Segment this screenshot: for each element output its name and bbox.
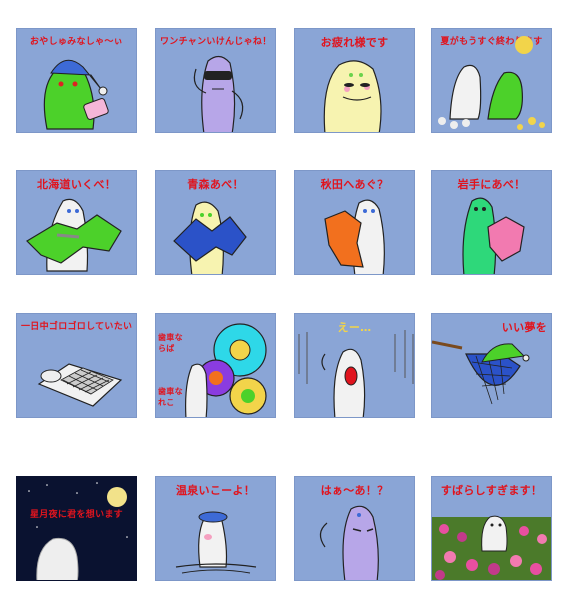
sticker-1[interactable]: おやしゅみなしゃ〜ぃ xyxy=(16,28,137,133)
sunglasses-purple-character-icon xyxy=(193,55,244,132)
hokkaido-map-character-icon xyxy=(26,198,122,272)
sleepy-green-character-icon xyxy=(43,59,109,130)
sticker-13[interactable]: 星月夜に君を想います xyxy=(16,476,137,581)
starry-night-character-icon xyxy=(28,482,128,580)
sticker-16[interactable]: すばらしすぎます！ xyxy=(431,476,552,581)
aomori-map-character-icon xyxy=(173,201,247,274)
gears-character-icon xyxy=(185,323,267,417)
sad-green-and-white-characters-icon xyxy=(438,36,545,130)
sticker-3[interactable]: お疲れ様です xyxy=(294,28,415,133)
sticker-4[interactable]: 夏がもうすぐ終わります xyxy=(431,28,552,133)
sticker-15[interactable]: はぁ〜あ！？ xyxy=(294,476,415,581)
shocked-rain-character-icon xyxy=(298,330,414,417)
sticker-5[interactable]: 北海道いくべ！ xyxy=(16,170,137,275)
sticker-8[interactable]: 岩手にあべ！ xyxy=(431,170,552,275)
sticker-11[interactable]: えー… xyxy=(294,313,415,418)
lying-in-bed-character-icon xyxy=(37,363,123,407)
sticker-9[interactable]: 一日中ゴロゴロしていたい xyxy=(16,313,137,418)
sticker-12[interactable]: いい夢を xyxy=(431,313,552,418)
sticker-grid: おやしゅみなしゃ〜ぃ ワンチャンいけんじゃね！ お疲れ様です 夏がもうすぐ終わり… xyxy=(0,0,562,600)
annoyed-purple-character-icon xyxy=(319,505,379,580)
hammock-character-icon xyxy=(432,340,530,405)
akita-map-character-icon xyxy=(324,199,385,274)
sticker-6[interactable]: 青森あべ！ xyxy=(155,170,276,275)
tired-cream-character-icon xyxy=(323,60,382,132)
sticker-7[interactable]: 秋田へあぐ？ xyxy=(294,170,415,275)
hot-spring-character-icon xyxy=(175,511,257,574)
sticker-14[interactable]: 温泉いこーよ！ xyxy=(155,476,276,581)
iwate-map-character-icon xyxy=(462,197,525,274)
sticker-2[interactable]: ワンチャンいけんじゃね！ xyxy=(155,28,276,133)
sticker-10[interactable]: 歯車ならば 歯車なれこ xyxy=(155,313,276,418)
flower-field-character-icon xyxy=(432,515,551,580)
